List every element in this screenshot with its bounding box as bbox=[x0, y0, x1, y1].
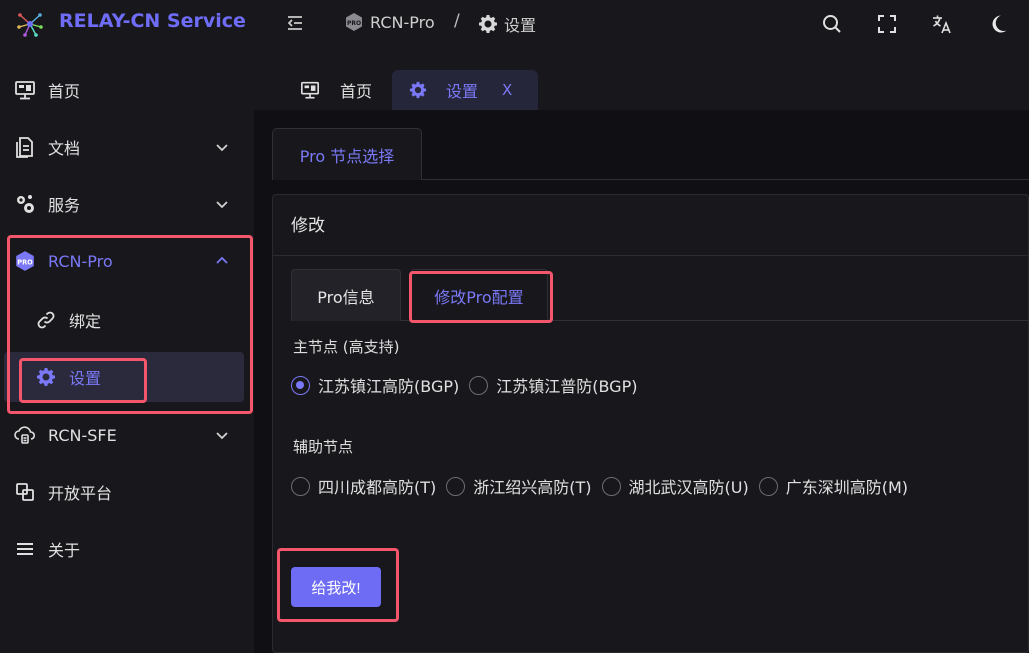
sidebar-item-label: RCN-Pro bbox=[48, 251, 113, 271]
monitor-icon bbox=[14, 79, 36, 101]
radio-label: 江苏镇江高防(BGP) bbox=[318, 377, 460, 396]
breadcrumb-separator: / bbox=[454, 11, 460, 31]
translate-icon[interactable] bbox=[931, 13, 953, 35]
settings-card: 修改 Pro信息 修改Pro配置 主节点 (高支持) 江苏镇江高防(BGP) 江… bbox=[272, 194, 1029, 653]
tab-pro-node-select[interactable]: Pro 节点选择 bbox=[272, 128, 422, 180]
sidebar-subitem-settings[interactable]: 设置 bbox=[0, 352, 254, 402]
radio-label: 四川成都高防(T) bbox=[318, 478, 437, 497]
sidebar-item-services[interactable]: 服务 bbox=[0, 178, 254, 230]
sidebar-item-label: 文档 bbox=[48, 139, 81, 158]
divider bbox=[273, 255, 1029, 256]
menu-icon bbox=[14, 538, 36, 560]
radio-unchecked bbox=[601, 476, 621, 496]
sidebar-item-label: 服务 bbox=[48, 196, 81, 215]
svg-text:PRO: PRO bbox=[17, 258, 33, 266]
open-platform-icon bbox=[14, 481, 36, 503]
radio-label: 江苏镇江普防(BGP) bbox=[496, 377, 638, 396]
radio-unchecked bbox=[446, 476, 466, 496]
chevron-down-icon bbox=[216, 432, 228, 440]
radio-option[interactable]: 四川成都高防(T) bbox=[291, 474, 436, 498]
breadcrumb-settings[interactable]: 设置 bbox=[478, 12, 536, 36]
document-icon bbox=[14, 136, 36, 158]
tab-edit-pro-config[interactable]: 修改Pro配置 bbox=[410, 269, 548, 322]
primary-node-options: 江苏镇江高防(BGP) 江苏镇江普防(BGP) bbox=[291, 373, 647, 397]
gear-icon bbox=[408, 80, 428, 100]
sidebar-item-home[interactable]: 首页 bbox=[0, 64, 254, 116]
pro-badge-icon: PRO bbox=[346, 13, 362, 31]
breadcrumb-label: RCN-Pro bbox=[370, 12, 435, 32]
sidebar-item-docs[interactable]: 文档 bbox=[0, 121, 254, 173]
page-tabs-bar: 首页 设置 X bbox=[254, 60, 1029, 110]
chevron-down-icon bbox=[216, 144, 228, 152]
fullscreen-icon[interactable] bbox=[876, 13, 898, 35]
primary-node-label: 主节点 (高支持) bbox=[293, 338, 400, 356]
gear-icon bbox=[479, 15, 497, 33]
radio-unchecked bbox=[291, 476, 310, 496]
sidebar-item-label: 设置 bbox=[69, 369, 102, 388]
top-header: RELAY-CN Service PRO RCN-Pro / 设置 bbox=[0, 0, 1029, 52]
link-icon bbox=[36, 310, 56, 330]
breadcrumb-rcn-pro[interactable]: PRO RCN-Pro bbox=[344, 12, 435, 32]
main-content: Pro 节点选择 修改 Pro信息 修改Pro配置 主节点 (高支持) 江苏镇江… bbox=[254, 110, 1029, 653]
collapse-sidebar-icon[interactable] bbox=[284, 12, 306, 34]
pro-badge-icon: PRO bbox=[14, 250, 36, 272]
services-icon bbox=[14, 193, 36, 215]
app-logo-icon bbox=[17, 13, 43, 37]
tab-home[interactable]: 首页 bbox=[300, 70, 380, 110]
sidebar-item-label: 开放平台 bbox=[48, 484, 113, 503]
sidebar-item-label: RCN-SFE bbox=[48, 425, 117, 445]
tab-pro-info[interactable]: Pro信息 bbox=[291, 269, 401, 321]
radio-label: 广东深圳高防(M) bbox=[785, 478, 909, 497]
radio-label: 湖北武汉高防(U) bbox=[628, 478, 749, 497]
sidebar-item-rcn-pro[interactable]: PRO RCN-Pro bbox=[0, 235, 254, 287]
radio-option[interactable]: 广东深圳高防(M) bbox=[758, 474, 909, 498]
breadcrumb-label: 设置 bbox=[504, 16, 537, 35]
dark-mode-icon[interactable] bbox=[987, 13, 1009, 35]
sidebar-subitem-bind[interactable]: 绑定 bbox=[0, 295, 254, 345]
radio-option[interactable]: 江苏镇江高防(BGP) bbox=[291, 373, 459, 397]
chevron-up-icon bbox=[216, 256, 228, 264]
radio-label: 浙江绍兴高防(T) bbox=[473, 478, 592, 497]
inner-tabs: Pro信息 修改Pro配置 bbox=[291, 269, 1029, 322]
monitor-icon bbox=[300, 80, 320, 100]
tab-label: 设置 bbox=[446, 82, 479, 101]
tab-settings[interactable]: 设置 X bbox=[392, 70, 538, 110]
radio-unchecked bbox=[758, 476, 778, 496]
secondary-node-label: 辅助节点 bbox=[293, 438, 354, 456]
chevron-down-icon bbox=[216, 201, 228, 209]
secondary-node-options: 四川成都高防(T) 浙江绍兴高防(T) 湖北武汉高防(U) 广东深圳高防(M) bbox=[291, 474, 918, 498]
sidebar-item-label: 绑定 bbox=[69, 312, 102, 331]
tab-close-button[interactable]: X bbox=[502, 81, 512, 99]
card-title: 修改 bbox=[291, 216, 325, 236]
svg-text:PRO: PRO bbox=[347, 20, 361, 27]
radio-option[interactable]: 湖北武汉高防(U) bbox=[601, 474, 749, 498]
app-title: RELAY-CN Service bbox=[59, 10, 246, 32]
radio-unchecked bbox=[469, 375, 489, 395]
sidebar-item-rcn-sfe[interactable]: RCN-SFE bbox=[0, 409, 254, 461]
radio-option[interactable]: 浙江绍兴高防(T) bbox=[446, 474, 592, 498]
sidebar: 首页 文档 服务 PRO RCN-Pro 绑定 设置 RCN-SFE 开放平台 … bbox=[0, 60, 254, 653]
sfe-icon bbox=[14, 424, 36, 446]
card-tabs: Pro 节点选择 bbox=[272, 128, 1029, 180]
tab-label: 首页 bbox=[340, 82, 373, 101]
sidebar-item-label: 首页 bbox=[48, 82, 81, 101]
gear-icon bbox=[36, 367, 56, 387]
submit-button[interactable]: 给我改! bbox=[291, 567, 381, 607]
sidebar-item-open-platform[interactable]: 开放平台 bbox=[0, 466, 254, 518]
sidebar-item-label: 关于 bbox=[48, 541, 81, 560]
sidebar-item-about[interactable]: 关于 bbox=[0, 523, 254, 575]
search-icon[interactable] bbox=[821, 13, 843, 35]
radio-checked bbox=[291, 375, 310, 395]
radio-option[interactable]: 江苏镇江普防(BGP) bbox=[469, 373, 637, 397]
